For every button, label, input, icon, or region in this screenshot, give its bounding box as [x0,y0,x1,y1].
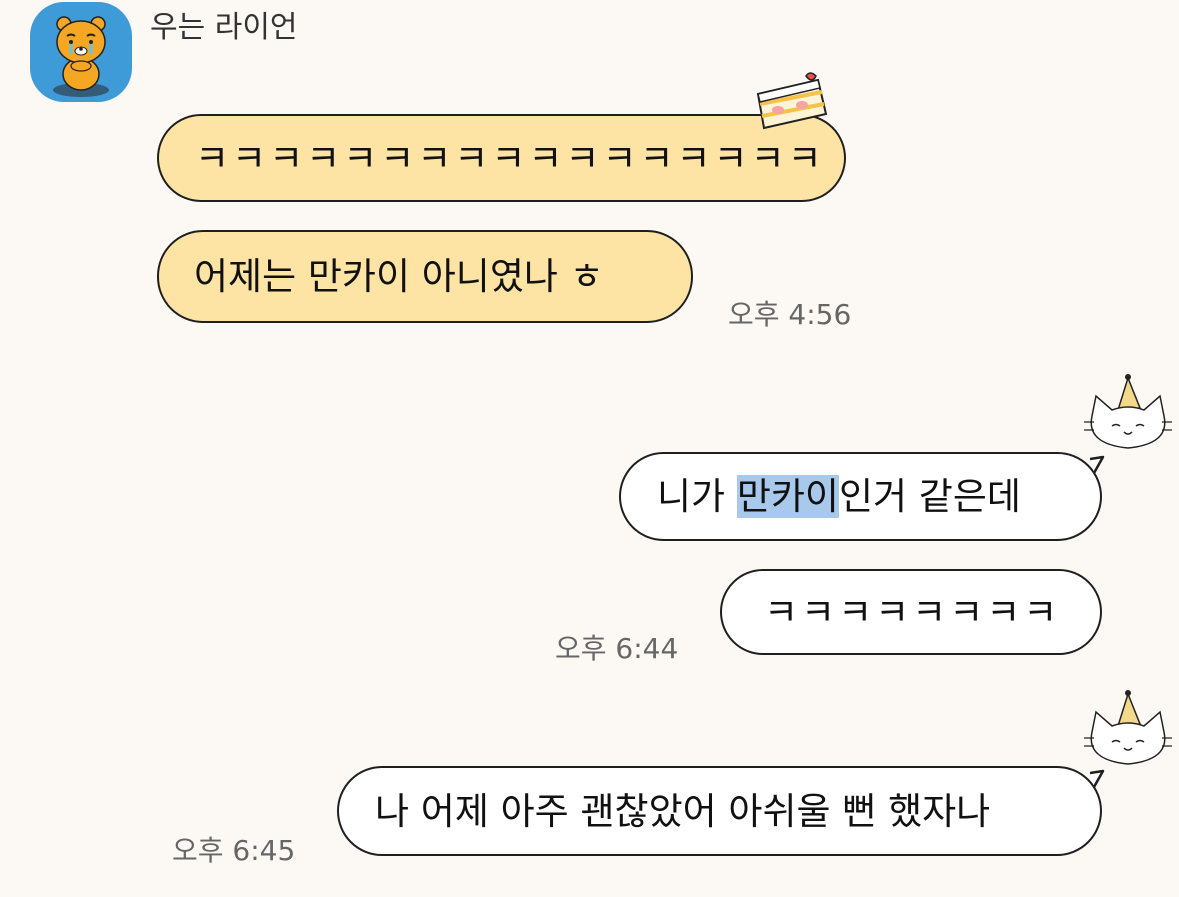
party-hat-cat-sticker-icon [1084,374,1172,449]
message-timestamp: 오후 6:44 [555,632,679,665]
incoming-message-bubble[interactable]: 어제는 만카이 아니였나 ㅎ [157,230,693,323]
bubble-tail [1090,455,1105,474]
message-text: 니가 만카이인거 같은데 [657,475,1021,518]
outgoing-message-bubble[interactable]: ㅋㅋㅋㅋㅋㅋㅋㅋ [720,569,1102,655]
bubble-tail [1090,769,1105,788]
message-text: 어제는 만카이 아니였나 ㅎ [194,255,604,298]
message-text: 나 어제 아주 괜찮았어 아쉬울 뻔 했자나 [375,789,991,833]
message-timestamp: 오후 4:56 [728,298,852,331]
outgoing-message-bubble[interactable]: 니가 만카이인거 같은데 [619,452,1102,541]
crying-ryan-avatar-icon [53,16,109,97]
selected-text-highlight[interactable]: 만카이 [736,475,839,518]
sender-avatar[interactable] [30,2,132,102]
incoming-message-bubble[interactable]: ㅋㅋㅋㅋㅋㅋㅋㅋㅋㅋㅋㅋㅋㅋㅋㅋㅋ [157,114,846,202]
message-text: ㅋㅋㅋㅋㅋㅋㅋㅋㅋㅋㅋㅋㅋㅋㅋㅋㅋ [195,136,825,180]
party-hat-cat-sticker-icon [1084,690,1172,765]
message-text: ㅋㅋㅋㅋㅋㅋㅋㅋ [764,590,1061,634]
sender-name: 우는 라이언 [150,10,298,45]
outgoing-message-bubble[interactable]: 나 어제 아주 괜찮았어 아쉬울 뻔 했자나 [337,766,1102,856]
message-text-after: 인거 같은데 [838,475,1021,518]
cake-sticker-icon [756,72,828,130]
message-timestamp: 오후 6:45 [172,834,296,867]
message-text-before: 니가 [657,475,737,518]
